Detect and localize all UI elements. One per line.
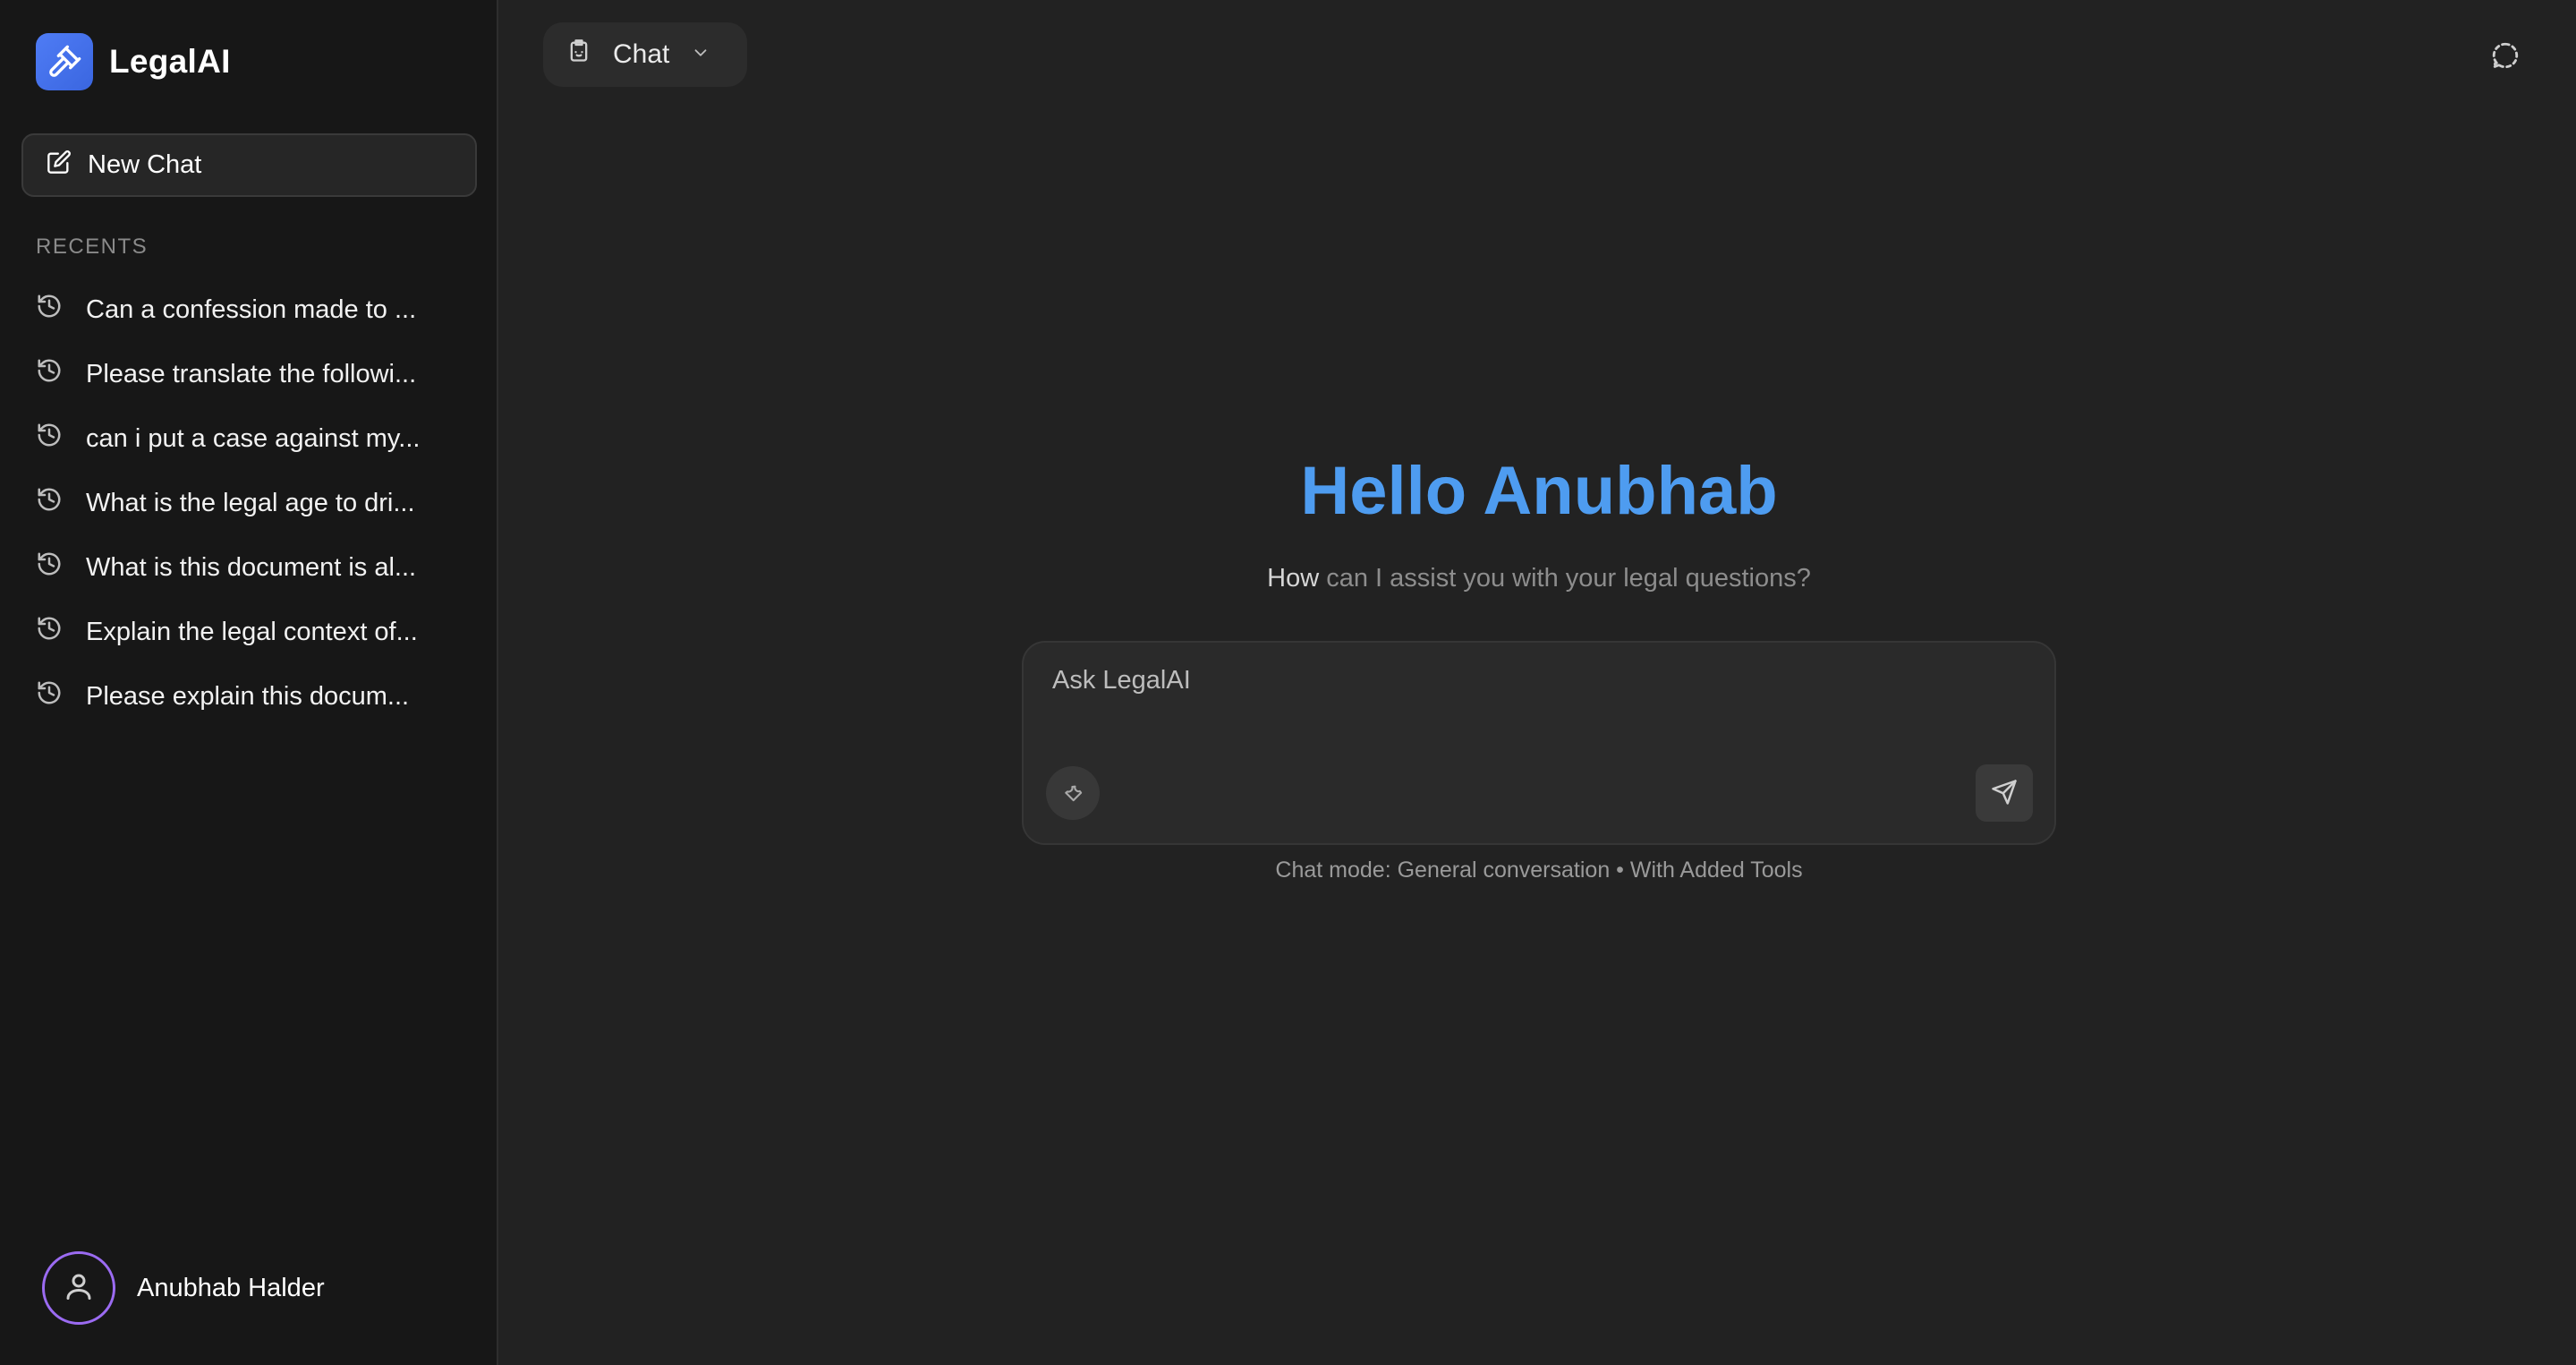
brand[interactable]: LegalAI (36, 33, 231, 90)
mode-label: Chat (613, 39, 670, 69)
tools-button[interactable] (1046, 766, 1100, 820)
recent-chat-item[interactable]: Can a confession made to ... (36, 277, 465, 342)
greeting-title: Hello Anubhab (1300, 453, 1778, 529)
edit-icon (47, 149, 72, 182)
chat-input[interactable] (1052, 666, 2019, 695)
sidebar: LegalAI New Chat RECENTS Can a confessio… (0, 0, 498, 1365)
recent-chat-title: Please explain this docum... (86, 681, 410, 711)
new-chat-button[interactable]: New Chat (21, 133, 477, 197)
chat-bubble-dashed-icon[interactable] (2490, 40, 2521, 73)
brand-name: LegalAI (109, 43, 231, 80)
chevron-down-icon (691, 39, 710, 70)
clipboard-icon (566, 38, 591, 71)
history-icon (36, 615, 63, 649)
subtitle-rest: can I assist you with your legal questio… (1319, 564, 1811, 593)
chat-composer (1022, 641, 2056, 845)
greeting-subtitle: How can I assist you with your legal que… (0, 564, 2576, 593)
new-chat-label: New Chat (88, 150, 202, 179)
recents-heading: RECENTS (36, 235, 149, 259)
user-profile[interactable]: Anubhab Halder (42, 1251, 325, 1325)
history-icon (36, 422, 63, 456)
recent-chat-item[interactable]: Please explain this docum... (36, 664, 465, 729)
recent-chat-item[interactable]: Explain the legal context of... (36, 600, 465, 664)
history-icon (36, 679, 63, 713)
wrench-icon (1060, 780, 1085, 807)
mode-dropdown[interactable]: Chat (543, 22, 747, 87)
history-icon (36, 357, 63, 391)
subtitle-first-word: How (1267, 564, 1320, 593)
recent-chat-item[interactable]: Please translate the followi... (36, 342, 465, 406)
recent-chat-title: Explain the legal context of... (86, 617, 418, 646)
send-button[interactable] (1976, 764, 2033, 822)
user-icon (63, 1270, 95, 1307)
gavel-icon (36, 33, 93, 90)
avatar (42, 1251, 115, 1325)
send-icon (1991, 779, 2018, 808)
history-icon (36, 293, 63, 327)
recent-chat-title: Please translate the followi... (86, 359, 417, 388)
recent-chat-title: can i put a case against my... (86, 423, 421, 453)
mode-caption: Chat mode: General conversation • With A… (1275, 857, 1803, 883)
user-name: Anubhab Halder (137, 1273, 325, 1302)
recent-chat-title: Can a confession made to ... (86, 294, 417, 324)
